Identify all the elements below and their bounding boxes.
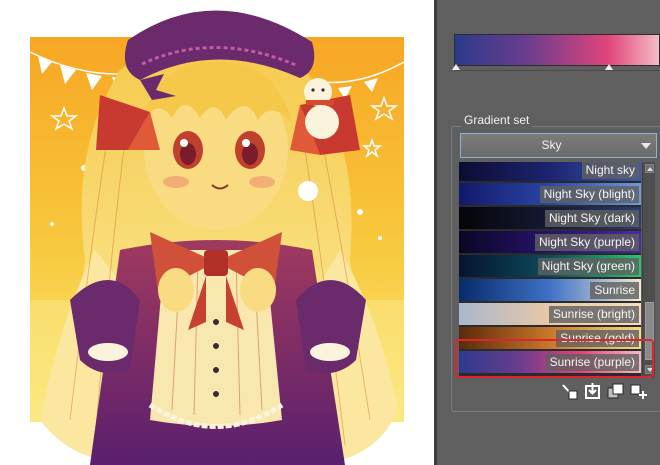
- gradient-list-item[interactable]: Night Sky (blight): [459, 183, 641, 205]
- add-gradient-button[interactable]: [560, 382, 580, 400]
- gradient-stop-marker[interactable]: [604, 64, 613, 70]
- new-gradient-icon: [630, 384, 647, 399]
- gradient-list-item[interactable]: Sunrise: [459, 279, 641, 301]
- import-gradient-button[interactable]: [583, 382, 603, 400]
- selected-gradient-highlight: [455, 339, 654, 378]
- gradient-list-item[interactable]: Night Sky (purple): [459, 231, 641, 253]
- gradient-set-value: Sky: [541, 138, 562, 152]
- scroll-up-button[interactable]: [645, 164, 654, 173]
- gradient-name-label: Night Sky (purple): [534, 234, 639, 251]
- gradient-panel: Gradient set Sky Night sky Night Sky (bli…: [437, 0, 660, 465]
- gradient-stop-track[interactable]: [454, 70, 660, 71]
- gradient-list-item[interactable]: Night Sky (dark): [459, 207, 641, 229]
- gradient-list-item[interactable]: Sunrise (bright): [459, 303, 641, 325]
- import-gradient-icon: [585, 383, 600, 399]
- gradient-name-label: Night Sky (green): [537, 258, 639, 275]
- gradient-set-label: Gradient set: [461, 113, 533, 127]
- gradient-list-item[interactable]: Night sky: [459, 162, 641, 181]
- gradient-name-label: Night Sky (dark): [544, 210, 639, 227]
- gradient-name-label: Night Sky (blight): [539, 186, 639, 203]
- gradient-name-label: Sunrise (bright): [548, 306, 639, 323]
- gradient-name-label: Night sky: [581, 162, 639, 179]
- new-gradient-button[interactable]: [629, 382, 649, 400]
- chevron-down-icon: [641, 143, 651, 149]
- duplicate-gradient-icon: [607, 383, 624, 399]
- duplicate-gradient-button[interactable]: [606, 382, 626, 400]
- gradient-name-label: Sunrise: [590, 282, 639, 299]
- gradient-set-dropdown[interactable]: Sky: [460, 133, 657, 158]
- canvas-area[interactable]: [0, 0, 434, 465]
- add-gradient-icon: [562, 384, 578, 400]
- gradient-preview-bar[interactable]: [454, 34, 660, 66]
- gradient-list-item[interactable]: Night Sky (green): [459, 255, 641, 277]
- gradient-stop-marker[interactable]: [452, 64, 460, 70]
- arrow-up-icon: [647, 167, 653, 171]
- illustration: [29, 10, 405, 465]
